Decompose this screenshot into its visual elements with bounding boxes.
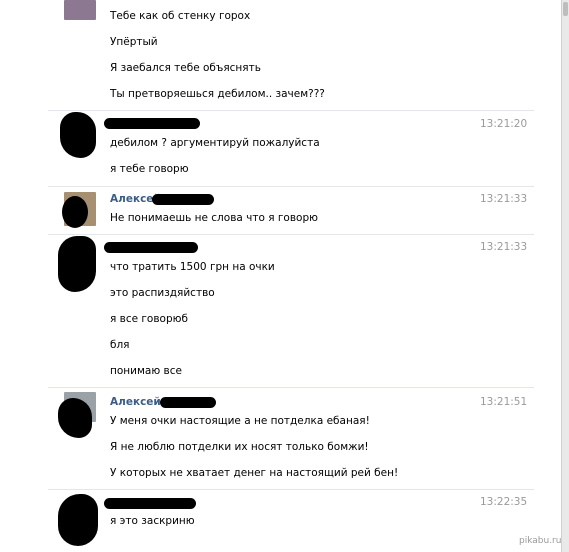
sender-name[interactable]: Алексей [110, 396, 161, 408]
avatar[interactable] [64, 0, 96, 20]
message-text: У которых не хватает денег на настоящий … [110, 467, 399, 479]
message-divider [48, 110, 534, 111]
message-text: я это заскриню [110, 515, 195, 527]
scrollbar[interactable] [561, 0, 569, 552]
redaction-mark [104, 242, 198, 253]
message-divider [48, 186, 534, 187]
message-divider [48, 387, 534, 388]
message-text: дебилом ? аргументируй пожалуйста [110, 137, 320, 149]
watermark: pikabu.ru [519, 536, 562, 546]
message-text: Ты претворяешься дебилом.. зачем??? [110, 88, 325, 100]
message-timestamp: 13:21:33 [480, 193, 528, 205]
redaction-mark [160, 397, 216, 408]
message-text: Не понимаешь не слова что я говорю [110, 212, 318, 224]
message-timestamp: 13:21:51 [480, 396, 528, 408]
message-timestamp: 13:21:33 [480, 241, 528, 253]
message-text: Упёртый [110, 36, 158, 48]
message-text: понимаю все [110, 365, 182, 377]
message-divider [48, 489, 534, 490]
redaction-mark [58, 494, 98, 546]
message-timestamp: 13:22:35 [480, 496, 528, 508]
redaction-mark [104, 118, 200, 129]
message-text: что тратить 1500 грн на очки [110, 261, 275, 273]
message-text: это распиздяйство [110, 287, 215, 299]
message-text: бля [110, 339, 130, 351]
message-timestamp: 13:21:20 [480, 118, 528, 130]
redaction-mark [60, 112, 96, 158]
redaction-mark [152, 194, 214, 205]
redaction-mark [104, 498, 196, 509]
message-divider [48, 234, 534, 235]
scrollbar-thumb[interactable] [563, 2, 568, 16]
message-text: У меня очки настоящие а не потделка ебан… [110, 415, 370, 427]
redaction-mark [62, 196, 88, 228]
message-text: Тебе как об стенку горох [110, 10, 251, 22]
message-text: Я не люблю потделки их носят только бомж… [110, 441, 369, 453]
redaction-mark [58, 236, 96, 292]
message-text: я тебе говорю [110, 163, 189, 175]
redaction-mark [58, 398, 92, 438]
message-text: Я заебался тебе объяснять [110, 62, 261, 74]
message-text: я все говорюб [110, 313, 188, 325]
